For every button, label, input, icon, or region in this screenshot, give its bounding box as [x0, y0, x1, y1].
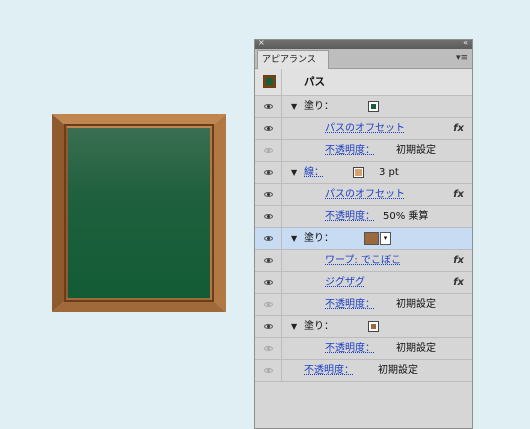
close-icon[interactable]: ×: [258, 40, 265, 49]
visibility-eye-icon[interactable]: [264, 236, 273, 241]
opacity4-value: 初期設定: [396, 343, 436, 354]
chalkboard-artwork[interactable]: [52, 114, 226, 312]
offset2-row[interactable]: パスのオフセット fx: [255, 184, 472, 206]
fill2-row-selected[interactable]: ▼ 塗り： ▾: [255, 228, 472, 250]
visibility-eye-icon[interactable]: [264, 280, 273, 285]
offset2-effect-link[interactable]: パスのオフセット: [325, 184, 405, 205]
visibility-eye-icon[interactable]: [264, 258, 273, 263]
visibility-eye-icon[interactable]: [264, 170, 273, 175]
visibility-eye-icon[interactable]: [264, 368, 273, 373]
opacity5-value: 初期設定: [378, 365, 418, 376]
opacity1-link[interactable]: 不透明度：: [325, 140, 375, 161]
path-header-row[interactable]: パス: [255, 69, 472, 96]
expand-triangle-icon[interactable]: ▼: [291, 316, 297, 337]
opacity2-value: 50% 乗算: [383, 211, 429, 222]
expand-triangle-icon[interactable]: ▼: [291, 162, 297, 183]
fx-icon[interactable]: fx: [453, 250, 464, 271]
warp-row[interactable]: ワープ: でこぼこ fx: [255, 250, 472, 272]
offset1-effect-link[interactable]: パスのオフセット: [325, 118, 405, 139]
fill2-swatch[interactable]: [364, 232, 379, 245]
visibility-eye-icon[interactable]: [264, 346, 273, 351]
opacity5-row[interactable]: 不透明度： 初期設定: [255, 360, 472, 382]
panel-titlebar: × «: [255, 40, 472, 49]
fill2-label: 塗り：: [304, 233, 334, 244]
stroke-swatch[interactable]: [353, 167, 364, 178]
visibility-eye-icon[interactable]: [264, 192, 273, 197]
visibility-eye-icon[interactable]: [264, 148, 273, 153]
opacity2-row[interactable]: 不透明度： 50% 乗算: [255, 206, 472, 228]
zigzag-effect-link[interactable]: ジグザグ: [325, 272, 365, 293]
expand-triangle-icon[interactable]: ▼: [291, 96, 297, 117]
chalkboard-graphic: [52, 114, 226, 312]
fx-icon[interactable]: fx: [453, 118, 464, 139]
stroke-weight-value: 3 pt: [379, 167, 399, 178]
fill2-dropdown-icon[interactable]: ▾: [380, 232, 391, 245]
stroke-label-link[interactable]: 線：: [304, 162, 324, 183]
appearance-panel: × « アピアランス ▾≡ パス ▼ 塗り： パスのオフセット fx 不透明度：…: [254, 39, 473, 429]
visibility-eye-icon[interactable]: [264, 324, 273, 329]
opacity2-link[interactable]: 不透明度：: [325, 206, 375, 227]
fill1-swatch[interactable]: [368, 101, 379, 112]
fx-icon[interactable]: fx: [453, 272, 464, 293]
visibility-eye-icon[interactable]: [264, 214, 273, 219]
visibility-eye-icon[interactable]: [264, 104, 273, 109]
panel-menu-icon[interactable]: ▾≡: [456, 51, 468, 65]
opacity4-row[interactable]: 不透明度： 初期設定: [255, 338, 472, 360]
offset1-row[interactable]: パスのオフセット fx: [255, 118, 472, 140]
zigzag-row[interactable]: ジグザグ fx: [255, 272, 472, 294]
fx-icon[interactable]: fx: [453, 184, 464, 205]
path-header-label: パス: [304, 76, 325, 88]
fill1-row[interactable]: ▼ 塗り：: [255, 96, 472, 118]
fill1-label: 塗り：: [304, 101, 334, 112]
fill3-row[interactable]: ▼ 塗り：: [255, 316, 472, 338]
opacity3-link[interactable]: 不透明度：: [325, 294, 375, 315]
tab-row: アピアランス ▾≡: [255, 49, 472, 69]
opacity3-row[interactable]: 不透明度： 初期設定: [255, 294, 472, 316]
tab-appearance[interactable]: アピアランス: [257, 50, 329, 69]
fill3-swatch[interactable]: [368, 321, 379, 332]
stroke-row[interactable]: ▼ 線： 3 pt: [255, 162, 472, 184]
board-surface: [68, 128, 210, 298]
warp-effect-link[interactable]: ワープ: でこぼこ: [325, 250, 401, 271]
opacity4-link[interactable]: 不透明度：: [325, 338, 375, 359]
expand-triangle-icon[interactable]: ▼: [291, 228, 297, 249]
thumbnail-cell: [255, 69, 282, 95]
visibility-eye-icon[interactable]: [264, 302, 273, 307]
visibility-eye-icon[interactable]: [264, 126, 273, 131]
collapse-icon[interactable]: «: [463, 40, 468, 49]
opacity1-value: 初期設定: [396, 145, 436, 156]
opacity3-value: 初期設定: [396, 299, 436, 310]
opacity5-link[interactable]: 不透明度：: [304, 360, 354, 381]
opacity1-row[interactable]: 不透明度： 初期設定: [255, 140, 472, 162]
path-thumbnail-icon: [263, 75, 276, 88]
fill3-label: 塗り：: [304, 321, 334, 332]
